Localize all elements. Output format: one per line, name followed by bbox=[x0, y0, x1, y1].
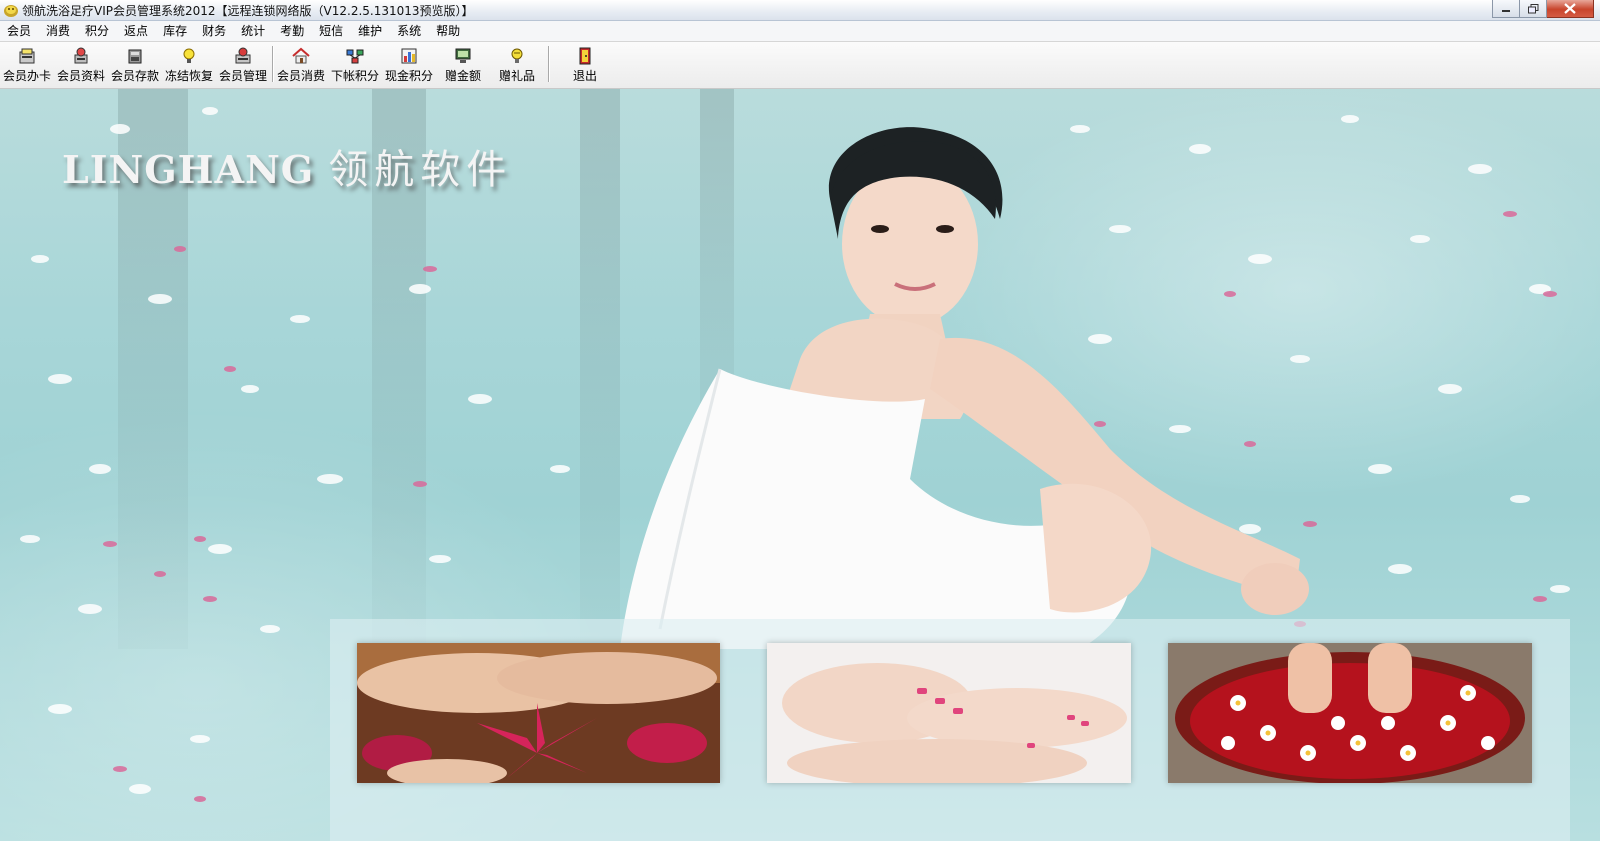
chart-icon bbox=[401, 48, 417, 64]
manicure-photo-image bbox=[357, 643, 720, 783]
gift-icon bbox=[511, 48, 523, 63]
menu-bar: 会员 消费 积分 返点 库存 财务 统计 考勤 短信 维护 系统 帮助 bbox=[0, 21, 1600, 42]
cash-points-label: 现金积分 bbox=[384, 69, 433, 83]
menu-inventory[interactable]: 库存 bbox=[155, 21, 194, 41]
menu-maintenance[interactable]: 维护 bbox=[350, 21, 389, 41]
close-button[interactable] bbox=[1547, 0, 1594, 18]
nail-art-photo bbox=[767, 643, 1131, 783]
menu-sms[interactable]: 短信 bbox=[311, 21, 350, 41]
title-bar: 领航洗浴足疗VIP会员管理系统2012【远程连锁网络版（V12.2.5.1310… bbox=[0, 0, 1600, 21]
member-card-label: 会员办卡 bbox=[2, 69, 51, 83]
member-manage-label: 会员管理 bbox=[218, 69, 267, 83]
minimize-button[interactable] bbox=[1492, 0, 1520, 18]
monitor-icon bbox=[455, 48, 471, 63]
menu-rebate[interactable]: 返点 bbox=[116, 21, 155, 41]
member-card-button[interactable]: 会员办卡 bbox=[2, 44, 52, 84]
card-icon bbox=[19, 48, 35, 64]
minimize-icon bbox=[1502, 9, 1510, 12]
network-icon bbox=[346, 49, 364, 64]
gift-amount-label: 赠金额 bbox=[444, 69, 481, 83]
toolbar: 会员办卡 会员资料 会员存款 冻结恢复 会员管理 会员消费 下帐积分 现金积分 … bbox=[0, 42, 1600, 89]
restore-button[interactable] bbox=[1520, 0, 1547, 18]
restore-icon bbox=[1527, 3, 1538, 13]
member-consume-button[interactable]: 会员消费 bbox=[276, 44, 326, 84]
foot-bath-photo bbox=[1168, 643, 1532, 783]
menu-member[interactable]: 会员 bbox=[0, 21, 38, 41]
freeze-restore-label: 冻结恢复 bbox=[164, 69, 213, 83]
toolbar-separator bbox=[272, 46, 274, 82]
menu-statistics[interactable]: 统计 bbox=[233, 21, 272, 41]
foot-bath-photo-image bbox=[1168, 643, 1532, 783]
gift-amount-button[interactable]: 赠金额 bbox=[438, 44, 488, 84]
menu-points[interactable]: 积分 bbox=[77, 21, 116, 41]
lightbulb-icon bbox=[183, 48, 195, 63]
close-icon bbox=[1564, 3, 1576, 14]
gift-item-label: 赠礼品 bbox=[498, 69, 535, 83]
member-manage-button[interactable]: 会员管理 bbox=[218, 44, 268, 84]
window-controls bbox=[1492, 0, 1594, 18]
manicure-photo bbox=[357, 643, 720, 783]
member-info-label: 会员资料 bbox=[56, 69, 105, 83]
toolbar-separator bbox=[548, 46, 550, 82]
member-info-icon bbox=[74, 47, 88, 64]
menu-finance[interactable]: 财务 bbox=[194, 21, 233, 41]
member-info-button[interactable]: 会员资料 bbox=[56, 44, 106, 84]
main-banner: LINGHANG 领航软件 bbox=[0, 89, 1600, 841]
member-consume-label: 会员消费 bbox=[276, 69, 325, 83]
exit-label: 退出 bbox=[572, 69, 597, 83]
home-icon bbox=[292, 47, 310, 64]
member-deposit-label: 会员存款 bbox=[110, 69, 159, 83]
deposit-icon bbox=[128, 49, 142, 64]
window-title: 领航洗浴足疗VIP会员管理系统2012【远程连锁网络版（V12.2.5.1310… bbox=[22, 4, 474, 18]
freeze-restore-button[interactable]: 冻结恢复 bbox=[164, 44, 214, 84]
cash-points-button[interactable]: 现金积分 bbox=[384, 44, 434, 84]
account-points-label: 下帐积分 bbox=[330, 69, 379, 83]
exit-door-icon bbox=[579, 47, 591, 65]
member-deposit-button[interactable]: 会员存款 bbox=[110, 44, 160, 84]
app-logo-icon bbox=[4, 5, 18, 17]
menu-attendance[interactable]: 考勤 bbox=[272, 21, 311, 41]
menu-help[interactable]: 帮助 bbox=[428, 21, 467, 41]
menu-consume[interactable]: 消费 bbox=[38, 21, 77, 41]
gift-item-button[interactable]: 赠礼品 bbox=[492, 44, 542, 84]
menu-system[interactable]: 系统 bbox=[389, 21, 428, 41]
member-manage-icon bbox=[235, 47, 251, 64]
exit-button[interactable]: 退出 bbox=[560, 44, 610, 84]
account-points-button[interactable]: 下帐积分 bbox=[330, 44, 380, 84]
nail-art-photo-image bbox=[767, 643, 1131, 783]
